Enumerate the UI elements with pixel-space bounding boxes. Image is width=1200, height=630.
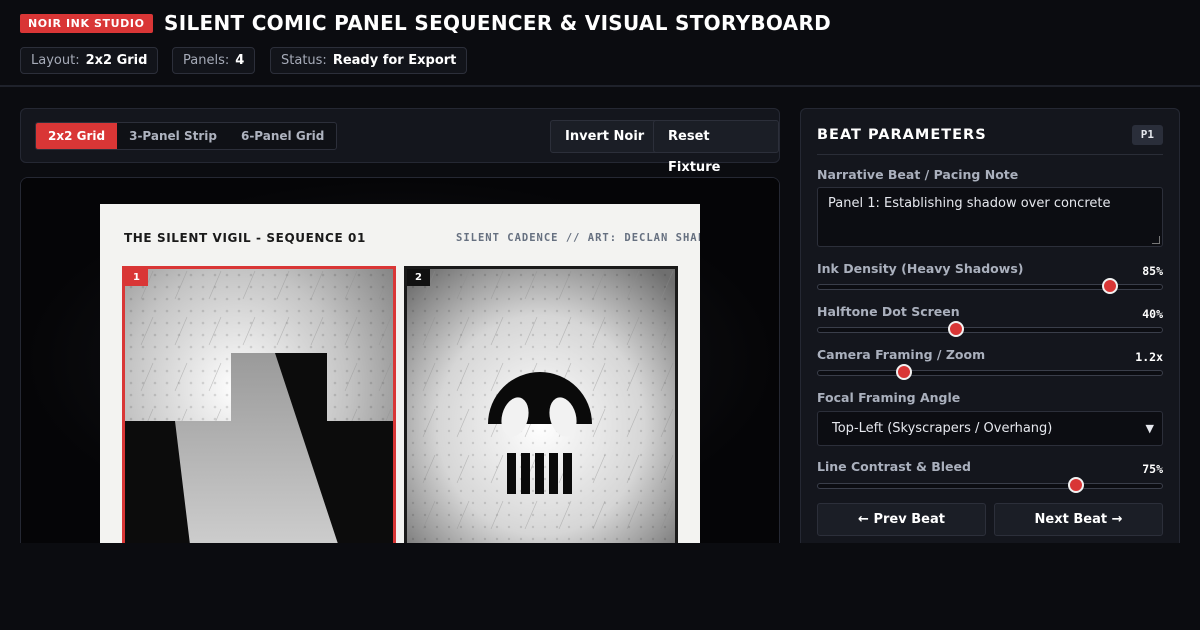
halftone-slider[interactable] bbox=[817, 321, 1163, 337]
status-chip-key: Status: bbox=[281, 53, 327, 68]
contrast-label: Line Contrast & Bleed bbox=[817, 459, 971, 474]
invert-noir-button[interactable]: Invert Noir bbox=[550, 120, 660, 153]
beat-parameters-header: BEAT PARAMETERS P1 bbox=[817, 125, 1163, 155]
layout-switcher: 2x2 Grid 3-Panel Strip 6-Panel Grid bbox=[35, 122, 338, 150]
layout-option-3-panel-strip[interactable]: 3-Panel Strip bbox=[117, 123, 229, 149]
skull-art bbox=[407, 269, 675, 543]
halftone-label: Halftone Dot Screen bbox=[817, 304, 960, 319]
resize-grip-icon[interactable] bbox=[1152, 236, 1160, 244]
zoom-label: Camera Framing / Zoom bbox=[817, 347, 986, 362]
contrast-value: 75% bbox=[1142, 462, 1163, 476]
beat-parameters-panel: BEAT PARAMETERS P1 Narrative Beat / Paci… bbox=[800, 108, 1180, 543]
layout-chip-key: Layout: bbox=[31, 53, 80, 68]
ink-density-thumb[interactable] bbox=[1102, 278, 1119, 294]
focal-angle-value: Top-Left (Skyscrapers / Overhang) bbox=[832, 421, 1053, 436]
brand-badge: NOIR INK STUDIO bbox=[20, 14, 153, 33]
comic-panel-1[interactable]: 1 bbox=[122, 266, 396, 543]
panel-number-1: 1 bbox=[125, 269, 148, 286]
halftone-thumb[interactable] bbox=[947, 321, 964, 337]
contrast-slider[interactable] bbox=[817, 477, 1163, 493]
contrast-thumb[interactable] bbox=[1068, 477, 1084, 493]
layout-option-2x2[interactable]: 2x2 Grid bbox=[36, 123, 118, 149]
layout-chip: Layout: 2x2 Grid bbox=[20, 47, 159, 74]
chevron-down-icon: ▼ bbox=[1145, 422, 1154, 435]
sequence-credit: SILENT CADENCE // ART: DECLAN SHALV bbox=[456, 232, 700, 244]
comic-panel-2[interactable]: 2 bbox=[404, 266, 678, 543]
ink-density-label: Ink Density (Heavy Shadows) bbox=[817, 261, 1024, 276]
layout-chip-value: 2x2 Grid bbox=[85, 53, 148, 68]
panels-chip-value: 4 bbox=[235, 53, 245, 68]
ink-density-value: 85% bbox=[1142, 264, 1163, 278]
app-title: SILENT COMIC PANEL SEQUENCER & VISUAL ST… bbox=[164, 11, 832, 35]
beat-parameters-title: BEAT PARAMETERS bbox=[817, 127, 987, 143]
focal-angle-select[interactable]: Top-Left (Skyscrapers / Overhang) ▼ bbox=[817, 411, 1163, 446]
zoom-slider[interactable] bbox=[817, 364, 1163, 380]
pacing-note-label: Narrative Beat / Pacing Note bbox=[817, 167, 1019, 182]
status-chip-value: Ready for Export bbox=[332, 53, 457, 68]
zoom-value: 1.2x bbox=[1135, 350, 1163, 364]
storyboard-canvas: THE SILENT VIGIL - SEQUENCE 01 SILENT CA… bbox=[20, 177, 780, 543]
city-buildings-art bbox=[125, 269, 393, 543]
comic-page: THE SILENT VIGIL - SEQUENCE 01 SILENT CA… bbox=[100, 204, 700, 543]
panels-chip: Panels: 4 bbox=[172, 47, 256, 74]
prev-beat-button[interactable]: ← Prev Beat bbox=[817, 503, 986, 536]
panels-chip-key: Panels: bbox=[183, 53, 230, 68]
panel-badge: P1 bbox=[1131, 125, 1163, 145]
pacing-note-value: Panel 1: Establishing shadow over concre… bbox=[828, 196, 1111, 211]
reset-fixture-button[interactable]: Reset Fixture bbox=[653, 120, 779, 175]
next-beat-button[interactable]: Next Beat → bbox=[994, 503, 1163, 536]
layout-option-6-panel-grid[interactable]: 6-Panel Grid bbox=[229, 123, 336, 149]
layout-toolbar: 2x2 Grid 3-Panel Strip 6-Panel Grid Inve… bbox=[20, 108, 780, 175]
top-bar: NOIR INK STUDIO SILENT COMIC PANEL SEQUE… bbox=[0, 0, 1200, 87]
sequence-title: THE SILENT VIGIL - SEQUENCE 01 bbox=[124, 231, 366, 245]
focal-angle-label: Focal Framing Angle bbox=[817, 390, 961, 405]
pacing-note-textarea[interactable]: Panel 1: Establishing shadow over concre… bbox=[817, 187, 1163, 247]
zoom-thumb[interactable] bbox=[896, 364, 912, 380]
ink-density-slider[interactable] bbox=[817, 278, 1163, 294]
panel-number-2: 2 bbox=[407, 269, 430, 286]
halftone-value: 40% bbox=[1142, 307, 1163, 321]
status-chip: Status: Ready for Export bbox=[270, 47, 468, 74]
